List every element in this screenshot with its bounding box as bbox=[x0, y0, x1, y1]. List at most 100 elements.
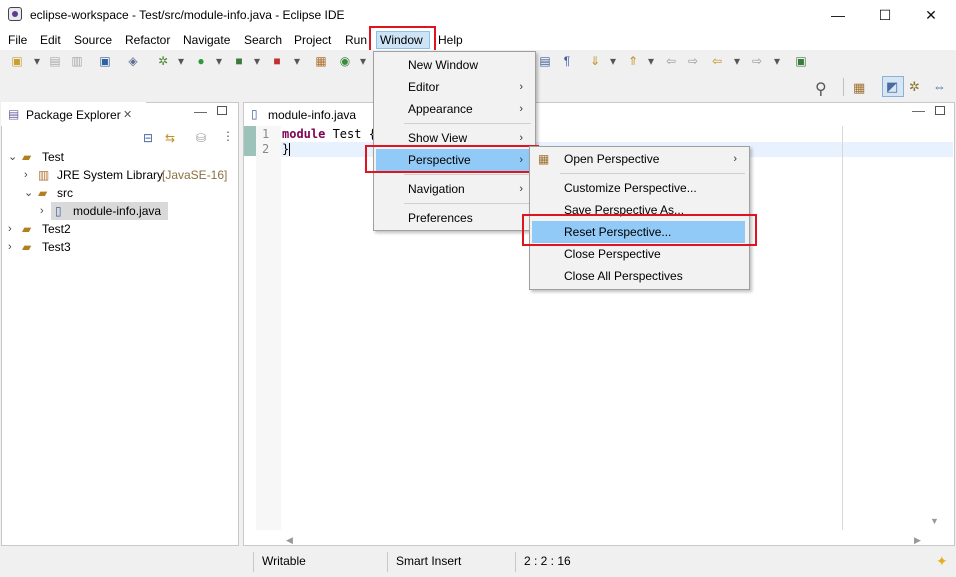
show-whitespace-icon[interactable]: ¶ bbox=[560, 54, 574, 68]
new-icon[interactable]: ▣ bbox=[10, 54, 24, 68]
open-perspective-icon: ▦ bbox=[538, 152, 550, 166]
save-icon[interactable]: ▤ bbox=[48, 54, 62, 68]
back-dropdown-icon[interactable]: ▾ bbox=[730, 54, 744, 68]
menu-search[interactable]: Search bbox=[244, 33, 282, 47]
menu-item-open-perspective[interactable]: ▦ Open Perspective › bbox=[530, 148, 749, 170]
tip-lightbulb-icon[interactable]: ✦ bbox=[936, 553, 948, 570]
scroll-right-icon[interactable]: ▶ bbox=[914, 535, 921, 546]
menu-item-appearance[interactable]: Appearance › bbox=[374, 98, 535, 120]
tree-item-test2[interactable]: › ▰ Test2 bbox=[0, 220, 238, 238]
menu-item-editor[interactable]: Editor › bbox=[374, 76, 535, 98]
tree-item-src[interactable]: ⌄ ▰ src bbox=[0, 184, 238, 202]
skip-breakpoints-icon[interactable]: ◈ bbox=[126, 54, 140, 68]
editor-maximize-icon[interactable] bbox=[935, 106, 945, 115]
block-selection-icon[interactable]: ▤ bbox=[538, 54, 552, 68]
link-with-editor-icon[interactable]: ⇆ bbox=[165, 131, 175, 145]
debug-perspective-icon[interactable]: ✲ bbox=[909, 79, 920, 95]
title-bar: eclipse-workspace - Test/src/module-info… bbox=[0, 0, 956, 30]
previous-annotation-dropdown-icon[interactable]: ▾ bbox=[644, 54, 658, 68]
maximize-button[interactable]: ☐ bbox=[862, 4, 908, 26]
menu-item-new-window[interactable]: New Window bbox=[374, 54, 535, 76]
tree-item-label: module-info.java bbox=[73, 204, 162, 218]
menu-source[interactable]: Source bbox=[74, 33, 112, 47]
annotation-reset-perspective-box bbox=[522, 214, 757, 246]
chevron-right-icon[interactable]: › bbox=[40, 202, 44, 220]
close-button[interactable]: ✕ bbox=[908, 4, 954, 26]
java-perspective-icon: ◩ bbox=[886, 79, 899, 94]
filters-icon[interactable]: ⛁ bbox=[196, 131, 206, 145]
panel-maximize-icon[interactable] bbox=[217, 106, 227, 115]
menu-item-label: New Window bbox=[408, 58, 479, 72]
tree-item-test3[interactable]: › ▰ Test3 bbox=[0, 238, 238, 256]
external-tools-dropdown-icon[interactable]: ▾ bbox=[290, 54, 304, 68]
vertical-scrollbar[interactable] bbox=[928, 126, 940, 531]
terminal-icon[interactable]: ▣ bbox=[98, 54, 112, 68]
run-dropdown-icon[interactable]: ▾ bbox=[212, 54, 226, 68]
window-menu: New Window Editor › Appearance › Show View… bbox=[373, 51, 536, 231]
chevron-right-icon: › bbox=[733, 153, 737, 165]
tree-item-jre[interactable]: › ▥ JRE System Library [JavaSE-16] bbox=[0, 166, 238, 184]
new-package-icon[interactable]: ▦ bbox=[314, 54, 328, 68]
search-icon[interactable]: ⚲ bbox=[815, 79, 827, 99]
tree-item-module-info[interactable]: › ▯ module-info.java bbox=[0, 202, 238, 220]
git-perspective-icon[interactable]: ⇔ bbox=[933, 79, 946, 94]
menu-item-close-perspective[interactable]: Close Perspective bbox=[530, 243, 749, 265]
external-tools-icon[interactable]: ■ bbox=[270, 54, 284, 68]
scroll-down-icon[interactable]: ▼ bbox=[930, 516, 939, 526]
menu-refactor[interactable]: Refactor bbox=[125, 33, 170, 47]
chevron-down-icon[interactable]: ⌄ bbox=[8, 148, 17, 166]
status-divider bbox=[515, 552, 516, 572]
coverage-dropdown-icon[interactable]: ▾ bbox=[250, 54, 264, 68]
menu-navigate[interactable]: Navigate bbox=[183, 33, 230, 47]
scroll-left-icon[interactable]: ◀ bbox=[286, 535, 293, 546]
new-class-dropdown-icon[interactable]: ▾ bbox=[356, 54, 370, 68]
minimize-button[interactable]: — bbox=[815, 4, 861, 26]
menu-item-preferences[interactable]: Preferences bbox=[374, 207, 535, 229]
previous-annotation-icon[interactable]: ⇑ bbox=[626, 54, 640, 68]
new-class-icon[interactable]: ◉ bbox=[338, 54, 352, 68]
editor-minimize-icon[interactable]: — bbox=[912, 103, 925, 118]
package-explorer-close-icon[interactable]: ✕ bbox=[123, 108, 132, 121]
java-file-icon: ▯ bbox=[55, 204, 62, 218]
status-bar bbox=[0, 548, 956, 577]
pin-editor-icon[interactable]: ▣ bbox=[794, 54, 808, 68]
next-annotation-icon[interactable]: ⇓ bbox=[588, 54, 602, 68]
menu-item-close-all-perspectives[interactable]: Close All Perspectives bbox=[530, 265, 749, 287]
debug-dropdown-icon[interactable]: ▾ bbox=[174, 54, 188, 68]
forward-icon[interactable]: ⇨ bbox=[750, 54, 764, 68]
status-position: 2 : 2 : 16 bbox=[524, 554, 571, 568]
source-folder-icon: ▰ bbox=[38, 186, 48, 200]
collapse-all-icon[interactable]: ⊟ bbox=[143, 131, 153, 145]
window-title: eclipse-workspace - Test/src/module-info… bbox=[30, 8, 345, 22]
save-all-icon[interactable]: ▥ bbox=[70, 54, 84, 68]
chevron-down-icon[interactable]: ⌄ bbox=[24, 184, 33, 202]
forward-edit-icon[interactable]: ⇨ bbox=[686, 54, 700, 68]
debug-icon[interactable]: ✲ bbox=[156, 54, 170, 68]
open-perspective-icon[interactable]: ▦ bbox=[853, 80, 865, 96]
panel-minimize-icon[interactable]: — bbox=[194, 104, 207, 119]
chevron-right-icon[interactable]: › bbox=[24, 166, 28, 184]
code-line-1[interactable]: module Test { bbox=[282, 127, 376, 141]
run-icon[interactable]: ● bbox=[194, 54, 208, 68]
print-margin bbox=[842, 126, 843, 530]
chevron-right-icon[interactable]: › bbox=[8, 220, 12, 238]
menu-separator bbox=[404, 123, 531, 124]
menu-file[interactable]: File bbox=[8, 33, 27, 47]
coverage-icon[interactable]: ■ bbox=[232, 54, 246, 68]
menu-run[interactable]: Run bbox=[345, 33, 367, 47]
package-explorer-title: Package Explorer bbox=[26, 108, 121, 122]
view-menu-icon[interactable]: ⋮ bbox=[222, 129, 234, 143]
forward-dropdown-icon[interactable]: ▾ bbox=[770, 54, 784, 68]
menu-item-customize-perspective[interactable]: Customize Perspective... bbox=[530, 177, 749, 199]
menu-edit[interactable]: Edit bbox=[40, 33, 61, 47]
tree-item-suffix: [JavaSE-16] bbox=[162, 168, 228, 182]
next-annotation-dropdown-icon[interactable]: ▾ bbox=[606, 54, 620, 68]
menu-project[interactable]: Project bbox=[294, 33, 331, 47]
dropdown-icon[interactable]: ▾ bbox=[30, 54, 44, 68]
menu-item-navigation[interactable]: Navigation › bbox=[374, 178, 535, 200]
chevron-right-icon[interactable]: › bbox=[8, 238, 12, 256]
menu-help[interactable]: Help bbox=[438, 33, 463, 47]
tree-item-test[interactable]: ⌄ ▰ Test bbox=[0, 148, 238, 166]
back-icon[interactable]: ⇦ bbox=[710, 54, 724, 68]
last-edit-icon[interactable]: ⇦ bbox=[664, 54, 678, 68]
